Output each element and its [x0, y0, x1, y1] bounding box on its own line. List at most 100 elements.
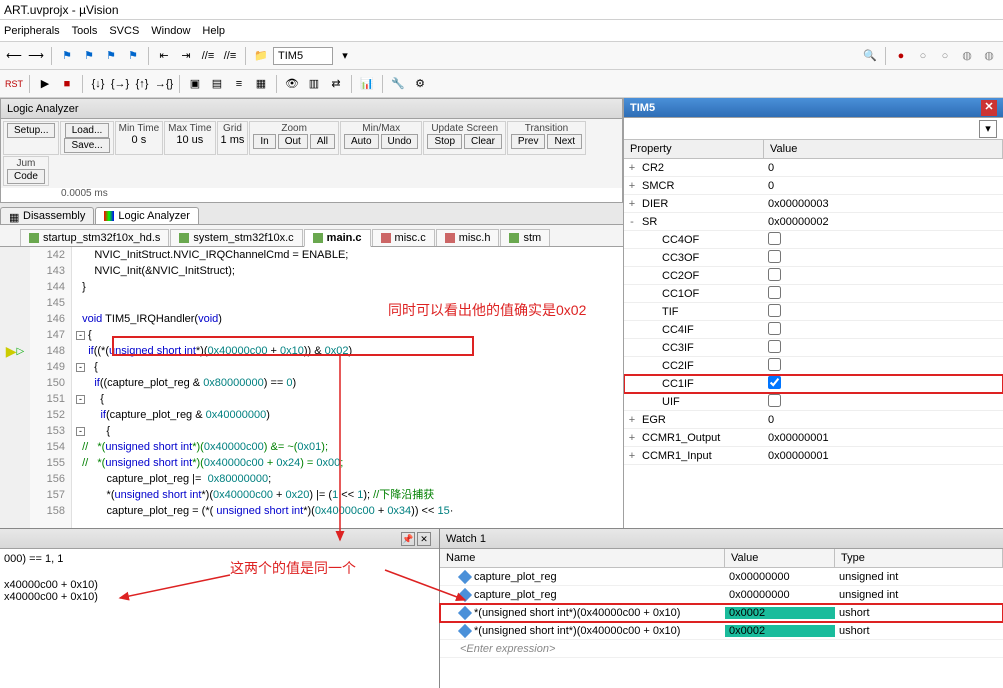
file-icon — [179, 233, 189, 243]
undo-button[interactable]: Undo — [381, 134, 419, 149]
minmax-label: Min/Max — [362, 123, 400, 134]
file-icon — [313, 233, 323, 243]
indent-in-icon[interactable]: ⇥ — [176, 46, 196, 66]
save-button[interactable]: Save... — [64, 138, 109, 153]
value-header: Value — [764, 140, 1003, 158]
tools-icon[interactable]: 🔧 — [388, 74, 408, 94]
tab-disassembly[interactable]: ▦ Disassembly — [0, 207, 94, 224]
analyze-icon[interactable]: 📊 — [357, 74, 377, 94]
window-title: ART.uvprojx - µVision — [4, 3, 119, 17]
stop-icon[interactable]: ■ — [57, 74, 77, 94]
forward-icon[interactable]: ⟶ — [26, 46, 46, 66]
transition-label: Transition — [525, 123, 569, 134]
circle2-icon[interactable]: ○ — [935, 46, 955, 66]
flag3-icon[interactable]: ⚑ — [101, 46, 121, 66]
analyzer-icon — [104, 211, 114, 221]
menu-bar: Peripherals Tools SVCS Window Help — [0, 20, 1003, 42]
file-tab-misc-h[interactable]: misc.h — [436, 229, 500, 246]
back-icon[interactable]: ⟵ — [4, 46, 24, 66]
find-icon[interactable]: 🔍 — [860, 46, 880, 66]
file-tab-stm[interactable]: stm — [500, 229, 550, 246]
target-input[interactable] — [273, 47, 333, 65]
circle4-icon[interactable]: ◍ — [979, 46, 999, 66]
zoom-all-button[interactable]: All — [310, 134, 335, 149]
logic-analyzer-panel: Logic Analyzer Setup... Load... Save... … — [0, 98, 623, 203]
file-tab-system[interactable]: system_stm32f10x.c — [170, 229, 302, 246]
cursor-value: 0.0005 ms — [1, 188, 622, 202]
load-button[interactable]: Load... — [65, 123, 110, 138]
watch-title: Watch 1 — [446, 533, 486, 545]
zoom-in-button[interactable]: In — [253, 134, 275, 149]
code-button[interactable]: Code — [7, 169, 45, 184]
menu-help[interactable]: Help — [202, 25, 225, 37]
cmd-icon[interactable]: ▤ — [207, 74, 227, 94]
file-icon — [445, 233, 455, 243]
close-panel-icon[interactable]: ✕ — [417, 532, 431, 546]
run-icon[interactable]: ▶ — [35, 74, 55, 94]
tim5-panel-header: TIM5 ✕ — [624, 98, 1003, 118]
watch-icon[interactable]: 👁 — [282, 74, 302, 94]
grid-label: Grid — [223, 123, 242, 134]
mem-icon[interactable]: ▥ — [304, 74, 324, 94]
watch-header-value: Value — [725, 549, 835, 567]
max-time-label: Max Time — [168, 123, 211, 134]
comment-icon[interactable]: //≡ — [198, 46, 218, 66]
property-header: Property — [624, 140, 764, 158]
config-icon[interactable]: ⚙ — [410, 74, 430, 94]
close-icon[interactable]: ✕ — [981, 100, 997, 116]
pin-icon[interactable]: 📌 — [401, 532, 415, 546]
flag4-icon[interactable]: ⚑ — [123, 46, 143, 66]
folder-icon[interactable]: 📁 — [251, 46, 271, 66]
indent-out-icon[interactable]: ⇤ — [154, 46, 174, 66]
min-time-value: 0 s — [132, 134, 147, 146]
uncomment-icon[interactable]: //≡ — [220, 46, 240, 66]
grid-value: 1 ms — [221, 134, 245, 146]
max-time-value: 10 us — [176, 134, 203, 146]
annotation-text-1: 同时可以看出他的值确实是0x02 — [388, 300, 586, 320]
file-tab-startup[interactable]: startup_stm32f10x_hd.s — [20, 229, 169, 246]
toolbar-2: RST ▶ ■ {↓} {→} {↑} →{} ▣ ▤ ≡ ▦ 👁 ▥ ⇄ 📊 … — [0, 70, 1003, 98]
step-out-icon[interactable]: {↑} — [132, 74, 152, 94]
tab-logic-analyzer[interactable]: Logic Analyzer — [95, 207, 199, 224]
window-icon[interactable]: ▣ — [185, 74, 205, 94]
clear-button[interactable]: Clear — [464, 134, 502, 149]
menu-window[interactable]: Window — [151, 25, 190, 37]
file-icon — [509, 233, 519, 243]
reset-icon[interactable]: RST — [4, 74, 24, 94]
serial-icon[interactable]: ⇄ — [326, 74, 346, 94]
regs-icon[interactable]: ▦ — [251, 74, 271, 94]
step-in-icon[interactable]: {↓} — [88, 74, 108, 94]
flag2-icon[interactable]: ⚑ — [79, 46, 99, 66]
step-over-icon[interactable]: {→} — [110, 74, 130, 94]
run-to-icon[interactable]: →{} — [154, 74, 174, 94]
console-output: 000) == 1, 1 x40000c00 + 0x10) x40000c00… — [0, 549, 439, 607]
file-tab-main[interactable]: main.c — [304, 229, 371, 247]
logic-analyzer-title: Logic Analyzer — [7, 103, 79, 115]
menu-tools[interactable]: Tools — [72, 25, 98, 37]
circle1-icon[interactable]: ○ — [913, 46, 933, 66]
file-icon — [381, 233, 391, 243]
menu-peripherals[interactable]: Peripherals — [4, 25, 60, 37]
file-tab-misc-c[interactable]: misc.c — [372, 229, 435, 246]
watch-header-name: Name — [440, 549, 725, 567]
watch-rows[interactable]: capture_plot_reg0x00000000unsigned int c… — [440, 568, 1003, 640]
stop-button[interactable]: Stop — [427, 134, 462, 149]
zoom-out-button[interactable]: Out — [278, 134, 308, 149]
disasm-icon[interactable]: ≡ — [229, 74, 249, 94]
file-icon — [29, 233, 39, 243]
dropdown-icon[interactable]: ▾ — [979, 120, 997, 138]
circle3-icon[interactable]: ◍ — [957, 46, 977, 66]
flag-icon[interactable]: ⚑ — [57, 46, 77, 66]
prev-button[interactable]: Prev — [511, 134, 546, 149]
enter-expression[interactable]: <Enter expression> — [440, 643, 725, 655]
jump-label: Jum — [17, 158, 36, 169]
zoom-label: Zoom — [281, 123, 307, 134]
next-button[interactable]: Next — [547, 134, 582, 149]
disassembly-icon: ▦ — [9, 211, 19, 221]
menu-svcs[interactable]: SVCS — [109, 25, 139, 37]
watch-header-type: Type — [835, 549, 1003, 567]
record-icon[interactable]: ● — [891, 46, 911, 66]
dropdown-icon[interactable]: ▾ — [335, 46, 355, 66]
auto-button[interactable]: Auto — [344, 134, 379, 149]
setup-button[interactable]: Setup... — [7, 123, 55, 138]
